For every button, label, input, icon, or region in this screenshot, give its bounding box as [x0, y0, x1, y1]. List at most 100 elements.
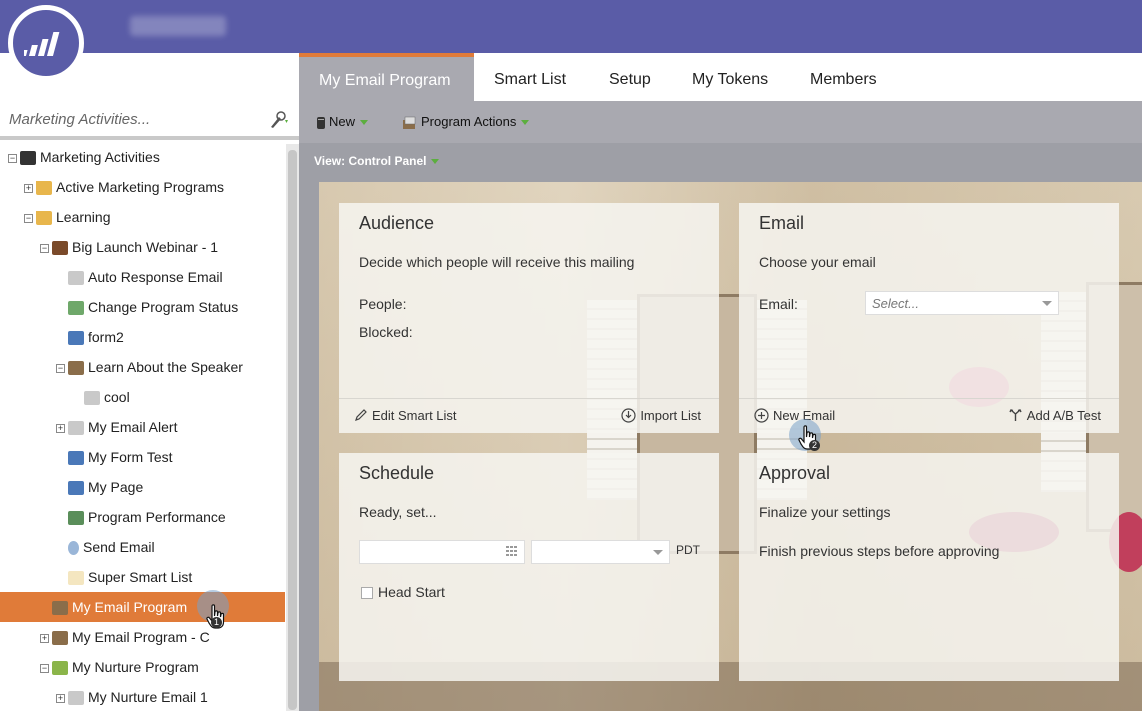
new-menu-button[interactable]: New: [316, 114, 369, 130]
tree-item-label: cool: [104, 389, 130, 405]
approval-note: Finish previous steps before approving: [759, 543, 1000, 559]
tree-item[interactable]: + Active Marketing Programs: [0, 172, 285, 202]
tree-item[interactable]: − Marketing Activities: [0, 142, 285, 172]
tree-scrollbar[interactable]: [286, 144, 299, 711]
head-start-checkbox[interactable]: [361, 587, 373, 599]
tab-smart-list[interactable]: Smart List: [474, 53, 586, 101]
import-list-label: Import List: [640, 408, 701, 423]
audience-title: Audience: [359, 213, 435, 233]
tree-item-label: My Page: [88, 479, 144, 495]
add-ab-test-label: Add A/B Test: [1026, 408, 1101, 423]
expand-icon[interactable]: +: [40, 633, 49, 643]
tree-item-label: Active Marketing Programs: [56, 179, 225, 195]
tree-item-label: Send Email: [83, 539, 155, 555]
collapse-icon[interactable]: −: [8, 153, 17, 163]
scrollbar-thumb[interactable]: [288, 150, 297, 710]
view-label-text: View: Control Panel: [314, 154, 427, 168]
email-select-placeholder: Select...: [872, 296, 919, 311]
program-actions-label: Program Actions: [421, 114, 517, 129]
edit-smart-list-button[interactable]: Edit Smart List: [354, 408, 457, 423]
people-label: People:: [359, 296, 407, 312]
edit-smart-list-label: Edit Smart List: [372, 408, 457, 423]
schedule-time-select[interactable]: [531, 540, 670, 564]
email-icon: [84, 391, 100, 406]
control-panel-area: View: Control Panel Audience Decide whic…: [299, 143, 1142, 711]
expand-icon[interactable]: +: [56, 423, 65, 433]
tree-item-label: My Form Test: [88, 449, 173, 465]
form-icon: [68, 331, 84, 346]
email-icon: [68, 271, 84, 286]
chevron-down-icon: [653, 550, 663, 555]
view-selector[interactable]: View: Control Panel: [314, 154, 440, 168]
marketo-logo-icon[interactable]: [8, 5, 84, 81]
email-icon: [68, 691, 84, 706]
tree-search[interactable]: Marketing Activities...: [0, 102, 299, 140]
tree-item[interactable]: + My Email Program - C: [0, 622, 285, 652]
smart-list-icon: [68, 571, 84, 586]
email-program-icon: [52, 631, 68, 646]
tree-item[interactable]: My Form Test: [0, 442, 285, 472]
audience-card: Audience Decide which people will receiv…: [339, 203, 719, 433]
tab-setup[interactable]: Setup: [589, 53, 671, 101]
database-icon: [20, 151, 36, 166]
tab-my-tokens[interactable]: My Tokens: [672, 53, 788, 101]
tree-item-label: My Email Program: [72, 599, 188, 615]
tree-item[interactable]: − Learning: [0, 202, 285, 232]
tree-item-label: Learn About the Speaker: [88, 359, 243, 375]
tree-item[interactable]: My Email Program: [0, 592, 285, 622]
filter-tool-icon[interactable]: [269, 111, 291, 129]
tree-item[interactable]: + My Email Alert: [0, 412, 285, 442]
collapse-icon[interactable]: −: [56, 363, 65, 373]
schedule-title: Schedule: [359, 463, 435, 483]
import-list-button[interactable]: Import List: [621, 408, 701, 423]
email-description: Choose your email: [759, 254, 876, 270]
tree-item[interactable]: Program Performance: [0, 502, 285, 532]
approval-card: Approval Finalize your settings Finish p…: [739, 453, 1119, 681]
collapse-icon[interactable]: −: [40, 663, 49, 673]
step-number: 2: [809, 440, 820, 451]
folder-icon: [36, 181, 52, 196]
collapse-icon[interactable]: −: [24, 213, 33, 223]
tree-item[interactable]: + My Nurture Email 1: [0, 682, 285, 711]
tree-item-label: My Email Alert: [88, 419, 178, 435]
schedule-date-input[interactable]: [359, 540, 525, 564]
step-number: 1: [211, 617, 222, 628]
tree-item[interactable]: − Big Launch Webinar - 1: [0, 232, 285, 262]
add-ab-test-button[interactable]: Add A/B Test: [1008, 408, 1101, 423]
expand-icon[interactable]: +: [56, 693, 65, 703]
collapse-icon[interactable]: −: [40, 243, 49, 253]
plus-circle-icon: [754, 408, 769, 423]
head-start-label: Head Start: [378, 584, 445, 600]
tree-item[interactable]: Change Program Status: [0, 292, 285, 322]
tree-item[interactable]: My Page: [0, 472, 285, 502]
dropdown-arrow-icon: [431, 159, 440, 165]
tree-item[interactable]: Super Smart List: [0, 562, 285, 592]
email-label: Email:: [759, 296, 798, 312]
folder-icon: [36, 211, 52, 226]
program-actions-menu-button[interactable]: Program Actions: [402, 114, 530, 130]
timezone-label: PDT: [676, 543, 700, 557]
tree-item-label: form2: [88, 329, 124, 345]
left-navigation-panel: Marketing Activities... − Marketing Activ…: [0, 53, 299, 711]
click-indicator-2: 2: [789, 419, 829, 459]
tree-item-label: Program Performance: [88, 509, 226, 525]
email-program-icon: [68, 361, 84, 376]
account-name-blurred: [130, 16, 226, 36]
dropdown-arrow-icon: [360, 120, 369, 126]
tab-members[interactable]: Members: [790, 53, 897, 101]
tree-item[interactable]: cool: [0, 382, 285, 412]
program-tabs: My Email Program Smart List Setup My Tok…: [299, 53, 1142, 101]
tree-item[interactable]: − My Nurture Program: [0, 652, 285, 682]
tree-item-label: Change Program Status: [88, 299, 239, 315]
split-arrow-icon: [1009, 409, 1022, 421]
tree-item-label: Learning: [56, 209, 111, 225]
tree-item[interactable]: − Learn About the Speaker: [0, 352, 285, 382]
tree-item[interactable]: Send Email: [0, 532, 285, 562]
tree-item[interactable]: form2: [0, 322, 285, 352]
expand-icon[interactable]: +: [24, 183, 33, 193]
tab-my-email-program[interactable]: My Email Program: [299, 53, 474, 101]
audience-description: Decide which people will receive this ma…: [359, 254, 635, 270]
email-program-icon: [52, 601, 68, 616]
tree-item[interactable]: Auto Response Email: [0, 262, 285, 292]
email-select[interactable]: Select...: [865, 291, 1059, 315]
